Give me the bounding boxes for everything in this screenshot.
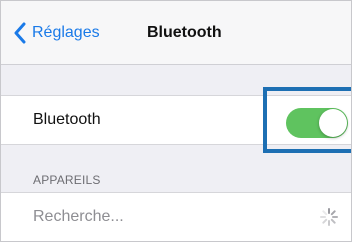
searching-status-label: Recherche... xyxy=(33,208,124,225)
device-search-row: Recherche... xyxy=(1,192,351,241)
back-button[interactable]: Réglages xyxy=(13,19,100,47)
page-title: Bluetooth xyxy=(147,24,222,41)
loading-spinner-icon xyxy=(320,208,338,226)
chevron-left-icon xyxy=(14,22,26,44)
toggle-highlight-box xyxy=(263,87,351,153)
settings-screen: Réglages Bluetooth Bluetooth APPAREILS R… xyxy=(0,0,352,242)
devices-section-header: APPAREILS xyxy=(33,173,101,187)
navigation-bar: Réglages Bluetooth xyxy=(1,1,351,65)
bluetooth-row-label: Bluetooth xyxy=(33,111,101,128)
back-button-label: Réglages xyxy=(32,24,100,41)
